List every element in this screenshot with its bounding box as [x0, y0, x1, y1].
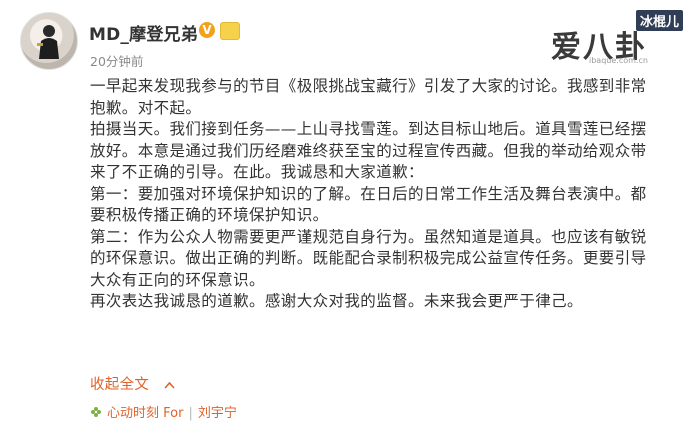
content-line: 再次表达我诚恳的道歉。感谢大众对我的监督。未来我会更严于律己。 [90, 292, 583, 310]
content-line: 大众有正向的环保意识。 [90, 270, 265, 289]
content-line: 来了不正确的引导。在此。我诚恳和大家道歉： [90, 163, 424, 181]
content-line: 一早起来发现我参与的节目《极限挑战宝藏行》引发了大家的讨论。我感到非常 [90, 77, 647, 95]
member-badge-icon [220, 22, 240, 40]
watermark: 冰棍儿 爱八卦 ibaque.com.cn [545, 6, 685, 70]
content-line: 放好。本意是通过我们历经磨难终获至宝的过程宣传西藏。但我的举动给观众带 [90, 141, 647, 160]
collapse-text-button[interactable]: 收起全文 [90, 373, 175, 394]
verified-badge-icon: V [199, 22, 215, 38]
source-supertopic-link[interactable]: 心动时刻 For [107, 406, 183, 421]
content-line: 第二：作为公众人物需要更严谨规范自身行为。虽然知道是道具。也应该有敏锐 [90, 227, 647, 246]
post-content: 一早起来发现我参与的节目《极限挑战宝藏行》引发了大家的讨论。我感到非常 抱歉。对… [90, 76, 670, 313]
content-line: 第一：要加强对环境保护知识的了解。在日后的日常工作生活及舞台表演中。都 [90, 184, 647, 203]
content-line: 拍摄当天。我们接到任务——上山寻找雪莲。到达目标山地后。道具雪莲已经摆 [90, 120, 647, 138]
collapse-label: 收起全文 [90, 377, 150, 393]
chevron-up-icon [164, 377, 175, 393]
post-source: 心动时刻 For | 刘宇宁 [90, 402, 237, 421]
content-line: 的环保意识。做出正确的判断。既能配合录制积极完成公益宣传任务。更要引导 [90, 249, 647, 267]
avatar-figure-icon [37, 25, 59, 59]
leaf-icon [91, 407, 101, 417]
content-line: 要积极传播正确的环境保护知识。 [90, 206, 329, 224]
post-timestamp[interactable]: 20分钟前 [90, 51, 143, 70]
watermark-url: ibaque.com.cn [589, 56, 648, 65]
source-separator: | [188, 406, 193, 421]
username[interactable]: MD_摩登兄弟 [89, 20, 198, 45]
source-name-link[interactable]: 刘宇宁 [198, 406, 237, 421]
avatar[interactable] [20, 12, 78, 70]
content-line: 抱歉。对不起。 [90, 98, 202, 117]
